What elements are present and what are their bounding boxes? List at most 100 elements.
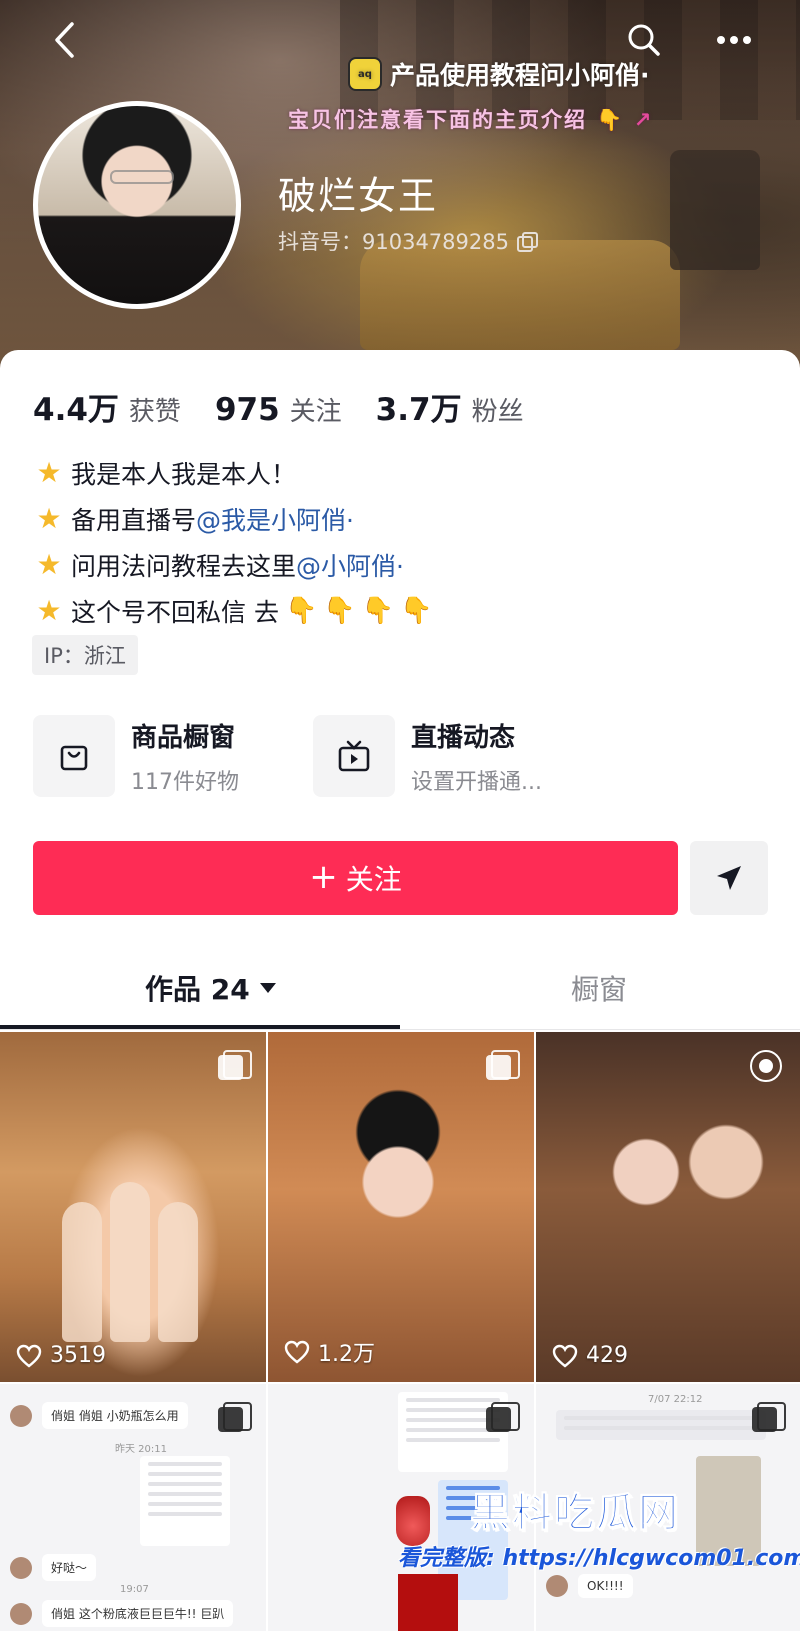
heart-icon [284, 1340, 310, 1364]
copy-icon[interactable] [516, 232, 538, 252]
promo-line-1: 产品使用教程问小阿俏· [390, 61, 650, 90]
bio-line-1-text: 我是本人我是本人！ [71, 460, 297, 489]
promo-line-2-text: 宝贝们注意看下面的主页介绍 [288, 108, 587, 132]
pointing-hands-icons: 👇👇👇👇 [284, 596, 439, 626]
star-icon: ★ [36, 456, 62, 489]
cover-promo-text: aq 产品使用教程问小阿俏· 宝贝们注意看下面的主页介绍 👇 ↗ [288, 56, 708, 134]
tab-shop-window[interactable]: 橱窗 [571, 968, 627, 1008]
star-icon: ★ [36, 502, 62, 535]
avatar [10, 1404, 32, 1427]
avatar[interactable] [33, 101, 241, 309]
live-activity-sub: 设置开播通... [411, 769, 542, 795]
chat-message: 俏姐 这个粉底液巨巨巨牛!! 巨趴 [10, 1600, 234, 1627]
bio-line-2: ★ 备用直播号 @我是小阿俏· [33, 496, 438, 542]
chat-image-block-red [398, 1574, 458, 1631]
stat-followers[interactable]: 3.7万 粉丝 [376, 384, 524, 429]
shop-window-entry[interactable]: 商品橱窗 117件好物 [33, 715, 239, 797]
chat-time: 19:07 [120, 1584, 149, 1595]
tab-shop-window-label: 橱窗 [571, 973, 628, 1006]
like-count: 3519 [16, 1343, 106, 1368]
like-count-value: 1.2万 [318, 1342, 375, 1367]
video-thumbnail[interactable]: 429 [536, 1032, 800, 1382]
tv-icon [313, 715, 395, 797]
heart-icon [16, 1344, 42, 1368]
profile-name: 破烂女王 [278, 174, 439, 218]
douyin-id[interactable]: 抖音号：91034789285 [278, 226, 538, 256]
mention-link-tutorial[interactable]: @小阿俏· [296, 547, 404, 583]
back-button[interactable] [42, 18, 86, 62]
stat-following[interactable]: 975 关注 [215, 391, 342, 428]
pointing-hand-icon: 👇 [596, 108, 625, 132]
stat-followers-label: 粉丝 [471, 397, 524, 427]
follow-button-label: 关注 [345, 863, 402, 896]
figure-decor [110, 1182, 150, 1342]
tab-divider [0, 1029, 800, 1030]
live-activity-entry[interactable]: 直播动态 设置开播通... [313, 715, 542, 797]
chat-image-block [140, 1456, 230, 1546]
send-icon [717, 866, 741, 890]
video-thumbnail[interactable]: 1.2万 [268, 1032, 534, 1382]
chat-message: 俏姐 俏姐 小奶瓶怎么用 [10, 1402, 188, 1429]
avatar [10, 1602, 32, 1625]
shop-window-count: 117件好物 [131, 769, 239, 795]
figure-decor [158, 1202, 198, 1342]
heart-icon [552, 1344, 578, 1368]
stat-following-count: 975 [214, 392, 280, 428]
stat-followers-count: 3.7万 [375, 392, 462, 428]
bio-line-4: ★ 这个号不回私信 去 👇👇👇👇 [33, 588, 438, 634]
plus-icon: + [309, 856, 338, 897]
app-logo-icon: aq [348, 57, 382, 91]
profile-cover: aq 产品使用教程问小阿俏· 宝贝们注意看下面的主页介绍 👇 ↗ 破烂女王 抖音… [0, 0, 800, 380]
chevron-left-icon [55, 22, 74, 58]
chat-message: 好哒～ [10, 1554, 97, 1581]
mention-link-backup-live[interactable]: @我是小阿俏· [196, 501, 354, 537]
chat-bubble: 好哒～ [42, 1554, 97, 1581]
avatar-glasses-decor [110, 170, 174, 184]
bio-line-3-text: 问用法问教程去这里 [71, 552, 297, 581]
chat-message: OK!!!! [546, 1574, 633, 1598]
douyin-id-text: 抖音号：91034789285 [278, 230, 509, 254]
ip-location-tag: IP：浙江 [32, 635, 138, 675]
stat-likes-label: 获赞 [128, 397, 181, 427]
figure-decor [62, 1202, 102, 1342]
search-icon [628, 24, 660, 56]
tab-works-label: 作品 24 [145, 973, 250, 1006]
caret-down-icon [259, 983, 276, 993]
avatar [546, 1575, 568, 1597]
promo-headline: aq 产品使用教程问小阿俏· [348, 56, 708, 92]
image-set-icon [218, 1050, 252, 1080]
watermark-title: 黑料吃瓜网 [470, 1490, 680, 1537]
watermark-url: 看完整版: https://hlcgwcom01.com [398, 1546, 800, 1571]
bio-line-3: ★ 问用法问教程去这里 @小阿俏· [33, 542, 438, 588]
like-count-value: 3519 [50, 1343, 106, 1368]
video-cover-image [536, 1032, 800, 1382]
chat-time: 昨天 20:11 [115, 1444, 167, 1455]
stat-likes-count: 4.4万 [33, 392, 119, 428]
chat-time: 7/07 22:12 [648, 1394, 703, 1405]
follow-button[interactable]: + 关注 [33, 841, 678, 915]
more-button[interactable] [712, 18, 756, 62]
stat-likes[interactable]: 4.4万 获赞 [33, 384, 181, 429]
shopping-bag-icon [33, 715, 115, 797]
chat-bubble: 俏姐 这个粉底液巨巨巨牛!! 巨趴 [42, 1600, 234, 1627]
more-horizontal-icon [717, 36, 751, 44]
image-set-icon [486, 1050, 520, 1080]
video-thumbnail[interactable]: 3519 [0, 1032, 266, 1382]
like-count: 429 [552, 1343, 628, 1368]
star-icon: ★ [36, 548, 62, 581]
bio-line-1: ★ 我是本人我是本人！ [33, 450, 438, 496]
like-count-value: 429 [586, 1343, 628, 1368]
like-count: 1.2万 [284, 1336, 375, 1368]
stat-following-label: 关注 [289, 397, 342, 427]
profile-bio: ★ 我是本人我是本人！ ★ 备用直播号 @我是小阿俏· ★ 问用法问教程去这里 … [33, 450, 438, 634]
video-cover-image [268, 1032, 534, 1382]
profile-stats: 4.4万 获赞 975 关注 3.7万 粉丝 [33, 384, 558, 429]
share-button[interactable] [690, 841, 768, 915]
arrow-up-right-icon: ↗ [633, 108, 654, 132]
bio-line-4-text: 这个号不回私信 去 [71, 598, 279, 627]
image-set-icon [752, 1402, 786, 1432]
video-thumbnail[interactable]: 俏姐 俏姐 小奶瓶怎么用 昨天 20:11 好哒～ 19:07 俏姐 这个粉底液… [0, 1384, 266, 1631]
chat-system-notice [556, 1410, 766, 1440]
tab-works[interactable]: 作品 24 [145, 968, 276, 1008]
chat-bubble: 俏姐 俏姐 小奶瓶怎么用 [42, 1402, 188, 1429]
